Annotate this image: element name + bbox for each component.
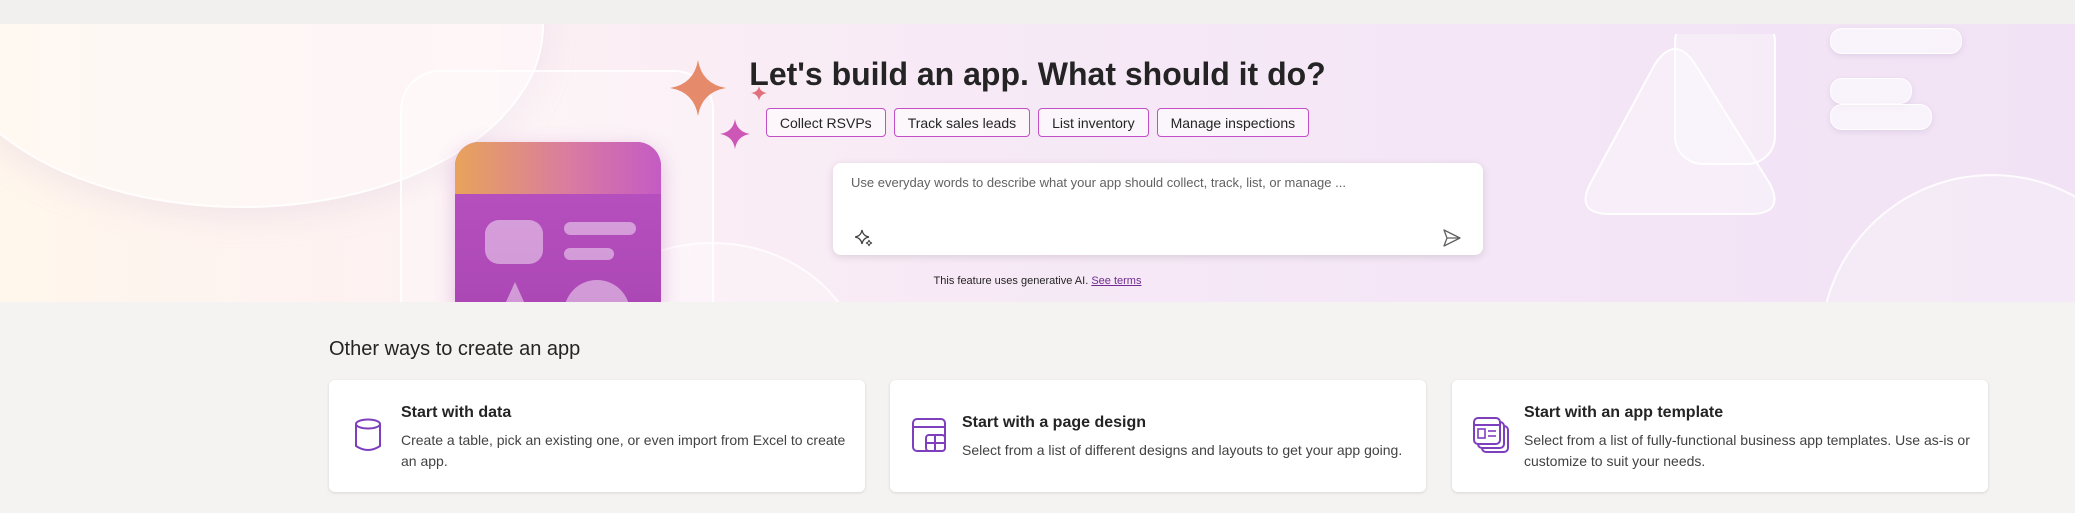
start-with-page-design-card[interactable]: Start with a page design Select from a l…: [890, 380, 1426, 492]
card-title: Start with a page design: [962, 414, 1147, 431]
copilot-sparkle-icon[interactable]: [855, 229, 873, 247]
suggestion-chips: Collect RSVPs Track sales leads List inv…: [0, 108, 2075, 137]
see-terms-link[interactable]: See terms: [1091, 275, 1141, 287]
database-icon: [355, 418, 381, 451]
send-icon[interactable]: [1443, 229, 1461, 247]
page-design-icon: [912, 418, 946, 452]
card-description: Create a table, pick an existing one, or…: [401, 432, 846, 469]
card-description: Select from a list of fully-functional b…: [1524, 432, 1970, 469]
page-title: Let's build an app. What should it do?: [749, 56, 1326, 92]
start-with-data-card[interactable]: Start with data Create a table, pick an …: [329, 380, 865, 492]
top-strip: [0, 0, 2075, 24]
decor-pill: [1830, 28, 1962, 54]
prompt-placeholder: Use everyday words to describe what your…: [851, 175, 1346, 190]
card-description: Select from a list of different designs …: [962, 442, 1403, 458]
illustration-header: [455, 142, 661, 194]
ai-disclaimer: This feature uses generative AI. See ter…: [0, 275, 2075, 287]
app-description-input[interactable]: Use everyday words to describe what your…: [833, 163, 1483, 255]
suggestion-chip-list-inventory[interactable]: List inventory: [1038, 108, 1149, 137]
card-title: Start with an app template: [1524, 404, 1724, 421]
suggestion-chip-collect-rsvps[interactable]: Collect RSVPs: [765, 108, 886, 137]
start-with-app-template-card[interactable]: Start with an app template Select from a…: [1452, 380, 1988, 492]
app-template-icon: [1473, 417, 1509, 453]
suggestion-chip-track-sales-leads[interactable]: Track sales leads: [893, 108, 1031, 137]
suggestion-chip-manage-inspections[interactable]: Manage inspections: [1156, 108, 1310, 137]
card-title: Start with data: [401, 404, 512, 421]
section-title: Other ways to create an app: [329, 338, 581, 360]
disclaimer-text: This feature uses generative AI.: [933, 275, 1089, 287]
